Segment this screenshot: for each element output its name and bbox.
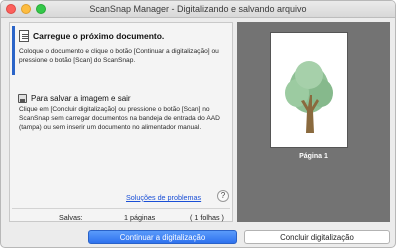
- help-button[interactable]: ?: [217, 190, 229, 202]
- active-step-indicator: [12, 26, 15, 75]
- divider: [12, 208, 230, 209]
- window-title: ScanSnap Manager - Digitalizando e salva…: [89, 4, 307, 14]
- saved-label: Salvas:: [59, 213, 83, 222]
- saved-pages-count: 1 páginas: [124, 213, 156, 222]
- title-bar: ScanSnap Manager - Digitalizando e salva…: [1, 1, 395, 18]
- scan-preview-panel: Página 1: [237, 22, 390, 222]
- continue-scanning-button[interactable]: Continuar a digitalização: [88, 230, 237, 244]
- step1-title: Carregue o próximo documento.: [33, 31, 165, 41]
- scansnap-window: ScanSnap Manager - Digitalizando e salva…: [0, 0, 396, 248]
- step2-title: Para salvar a imagem e sair: [31, 94, 131, 103]
- save-disk-icon: [18, 94, 27, 103]
- saved-sheets-count: ( 1 folhas ): [190, 213, 224, 222]
- troubleshooting-link[interactable]: Soluções de problemas: [126, 193, 201, 202]
- finish-scanning-button[interactable]: Concluir digitalização: [244, 230, 390, 244]
- step1-description: Coloque o documento e clique o botão [Co…: [19, 48, 219, 64]
- tree-illustration: [285, 61, 333, 133]
- page-thumbnail[interactable]: [270, 32, 348, 148]
- document-icon: [19, 30, 29, 42]
- page-label: Página 1: [299, 153, 328, 160]
- instructions-panel: Carregue o próximo documento. Coloque o …: [9, 22, 233, 222]
- step2-description: Clique em [Concluir digitalização] ou pr…: [19, 106, 220, 131]
